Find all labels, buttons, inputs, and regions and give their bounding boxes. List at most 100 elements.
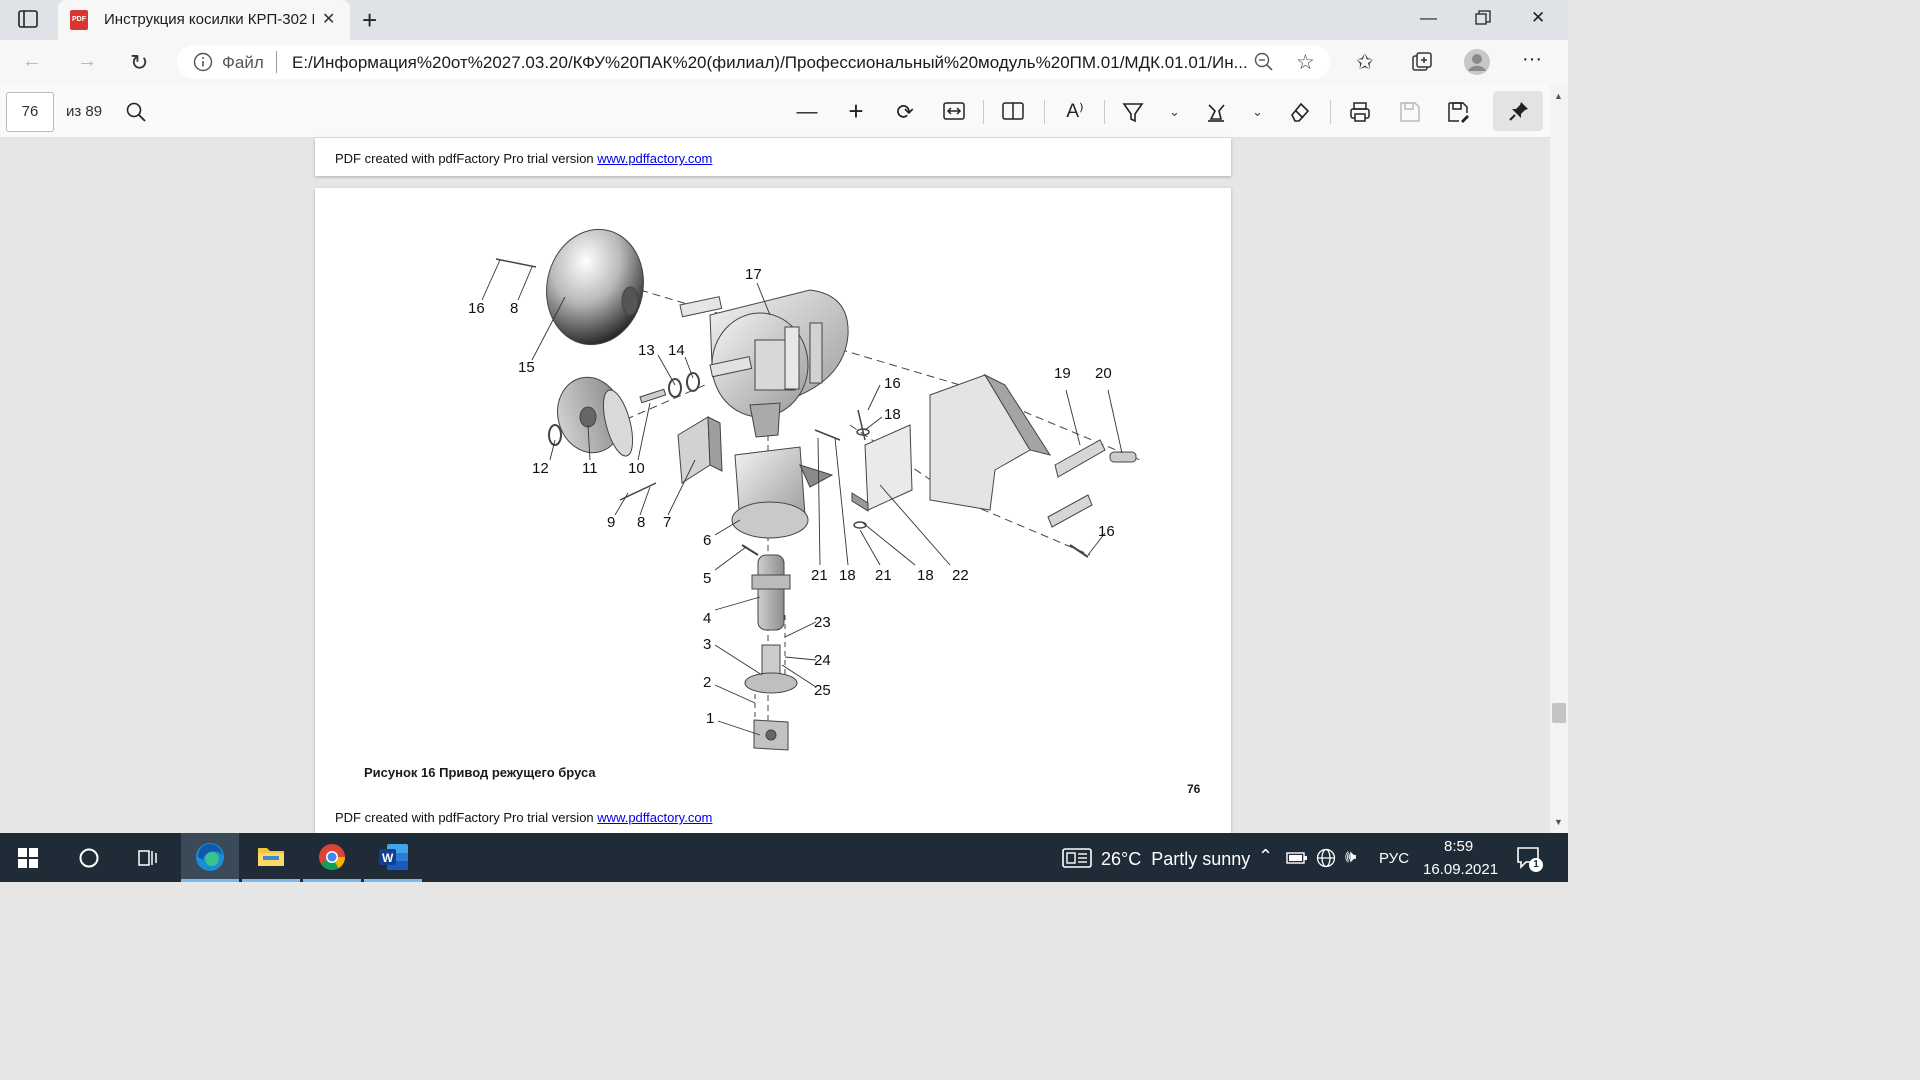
- page-number: 76: [1187, 782, 1201, 796]
- highlight-icon[interactable]: [1205, 101, 1227, 128]
- pdf-icon: PDF: [70, 10, 88, 30]
- vertical-scrollbar[interactable]: ▲ ▼: [1550, 85, 1568, 833]
- page-number-input[interactable]: 76: [6, 92, 54, 132]
- back-icon[interactable]: ←: [22, 50, 42, 73]
- tray-chevron-icon[interactable]: ⌃: [1258, 846, 1273, 867]
- figure-label: 12: [532, 460, 549, 477]
- file-label: Файл: [222, 53, 264, 72]
- window-close-icon[interactable]: ✕: [1531, 8, 1545, 28]
- figure-label: 8: [637, 514, 645, 531]
- save-icon[interactable]: [1399, 101, 1421, 128]
- figure-label: 17: [745, 266, 762, 283]
- weather-icon[interactable]: [1062, 848, 1092, 873]
- pin-toolbar-button[interactable]: [1493, 91, 1543, 131]
- figure-label: 6: [703, 532, 711, 549]
- page-total: из 89: [66, 103, 103, 120]
- pdf-toolbar: [0, 85, 1568, 138]
- notification-icon[interactable]: 1: [1516, 846, 1543, 875]
- tab-title: Инструкция косилки КРП-302 Б: [104, 11, 314, 28]
- maximize-icon[interactable]: [1475, 10, 1491, 31]
- figure-label: 8: [510, 300, 518, 317]
- zoom-out-icon[interactable]: —: [792, 100, 822, 124]
- volume-icon[interactable]: 🕪: [1345, 846, 1356, 867]
- rotate-icon[interactable]: ⟳: [890, 100, 920, 125]
- figure-label: 18: [884, 406, 901, 423]
- figure-label: 15: [518, 359, 535, 376]
- taskbar-app-edge[interactable]: [181, 833, 239, 882]
- profile-icon[interactable]: [1463, 48, 1491, 81]
- minimize-icon[interactable]: —: [1420, 8, 1437, 28]
- pdffactory-link[interactable]: www.pdffactory.com: [597, 151, 712, 166]
- file-explorer-icon: [257, 844, 285, 873]
- pdf-page-previous: PDF created with pdfFactory Pro trial ve…: [315, 138, 1231, 176]
- collections-icon[interactable]: [1411, 52, 1433, 77]
- taskbar-app-word[interactable]: W: [364, 833, 422, 882]
- forward-icon[interactable]: →: [77, 50, 97, 73]
- figure-label: 7: [663, 514, 671, 531]
- pdffactory-link[interactable]: www.pdffactory.com: [597, 810, 712, 825]
- figure-label: 24: [814, 652, 831, 669]
- pdf-footer-text: PDF created with pdfFactory Pro trial ve…: [335, 810, 598, 825]
- taskbar-app-explorer[interactable]: [242, 833, 300, 882]
- figure-label: 25: [814, 682, 831, 699]
- close-icon[interactable]: ✕: [322, 9, 335, 29]
- pdf-footer: PDF created with pdfFactory Pro trial ve…: [335, 810, 712, 825]
- search-circle-icon[interactable]: [78, 847, 100, 874]
- notification-badge: 1: [1529, 858, 1543, 872]
- drive-assembly-figure: 16 8 15 17 13 14 12 11 10 9 8 7 6 5 4 3 …: [460, 225, 1150, 755]
- page-view-icon[interactable]: [1002, 101, 1024, 126]
- toolbar-divider: [1104, 100, 1105, 124]
- task-view-icon[interactable]: [136, 847, 158, 874]
- network-icon[interactable]: [1316, 848, 1336, 873]
- more-icon[interactable]: ···: [1522, 48, 1542, 71]
- chrome-icon: [318, 843, 346, 876]
- draw-icon[interactable]: [1122, 101, 1144, 128]
- print-icon[interactable]: [1349, 101, 1371, 128]
- figure-label: 4: [703, 610, 711, 627]
- figure-label: 16: [1098, 523, 1115, 540]
- zoom-out-icon[interactable]: [1254, 52, 1274, 77]
- figure-label: 13: [638, 342, 655, 359]
- draw-dropdown-icon[interactable]: ⌄: [1169, 104, 1180, 120]
- weather-text[interactable]: 26°C Partly sunny: [1101, 849, 1250, 870]
- info-icon[interactable]: [193, 52, 213, 77]
- figure-label: 5: [703, 570, 711, 587]
- clock-date[interactable]: 16.09.2021: [1423, 861, 1498, 878]
- start-icon[interactable]: [18, 848, 38, 873]
- zoom-in-icon[interactable]: +: [841, 96, 871, 127]
- save-as-icon[interactable]: [1447, 101, 1469, 128]
- edge-icon: [195, 842, 225, 877]
- toolbar-divider: [983, 100, 984, 124]
- figure-label: 3: [703, 636, 711, 653]
- pdf-footer-text: PDF created with pdfFactory Pro trial ve…: [335, 151, 598, 166]
- refresh-icon[interactable]: ↻: [130, 50, 148, 76]
- search-icon[interactable]: [125, 101, 147, 128]
- taskbar-app-chrome[interactable]: [303, 833, 361, 882]
- figure-label: 11: [582, 460, 598, 477]
- scroll-down-icon[interactable]: ▼: [1554, 817, 1563, 827]
- toolbar-divider: [1044, 100, 1045, 124]
- toolbar-divider: [1330, 100, 1331, 124]
- language-indicator[interactable]: РУС: [1379, 850, 1409, 867]
- figure-label: 22: [952, 567, 969, 584]
- figure-label: 16: [468, 300, 485, 317]
- url-text[interactable]: E:/Информация%20от%2027.03.20/КФУ%20ПАК%…: [292, 53, 1248, 73]
- battery-icon[interactable]: [1286, 851, 1308, 870]
- fit-width-icon[interactable]: [943, 102, 965, 125]
- pdf-footer: PDF created with pdfFactory Pro trial ve…: [335, 151, 712, 166]
- favorite-add-icon[interactable]: ☆: [1296, 50, 1315, 75]
- new-tab-icon[interactable]: +: [362, 5, 377, 36]
- browser-tab[interactable]: PDF Инструкция косилки КРП-302 Б ✕: [58, 0, 350, 40]
- scroll-up-icon[interactable]: ▲: [1554, 91, 1563, 101]
- figure-label: 23: [814, 614, 831, 631]
- scroll-thumb[interactable]: [1552, 703, 1566, 723]
- tab-actions-icon[interactable]: [18, 10, 38, 28]
- clock-time[interactable]: 8:59: [1444, 838, 1473, 855]
- figure-label: 14: [668, 342, 685, 359]
- figure-caption: Рисунок 16 Привод режущего бруса: [364, 765, 596, 780]
- url-divider: [276, 51, 277, 73]
- eraser-icon[interactable]: [1289, 101, 1311, 128]
- read-aloud-icon[interactable]: A⁾: [1060, 100, 1090, 123]
- highlight-dropdown-icon[interactable]: ⌄: [1252, 104, 1263, 120]
- favorites-icon[interactable]: ✩: [1356, 50, 1374, 75]
